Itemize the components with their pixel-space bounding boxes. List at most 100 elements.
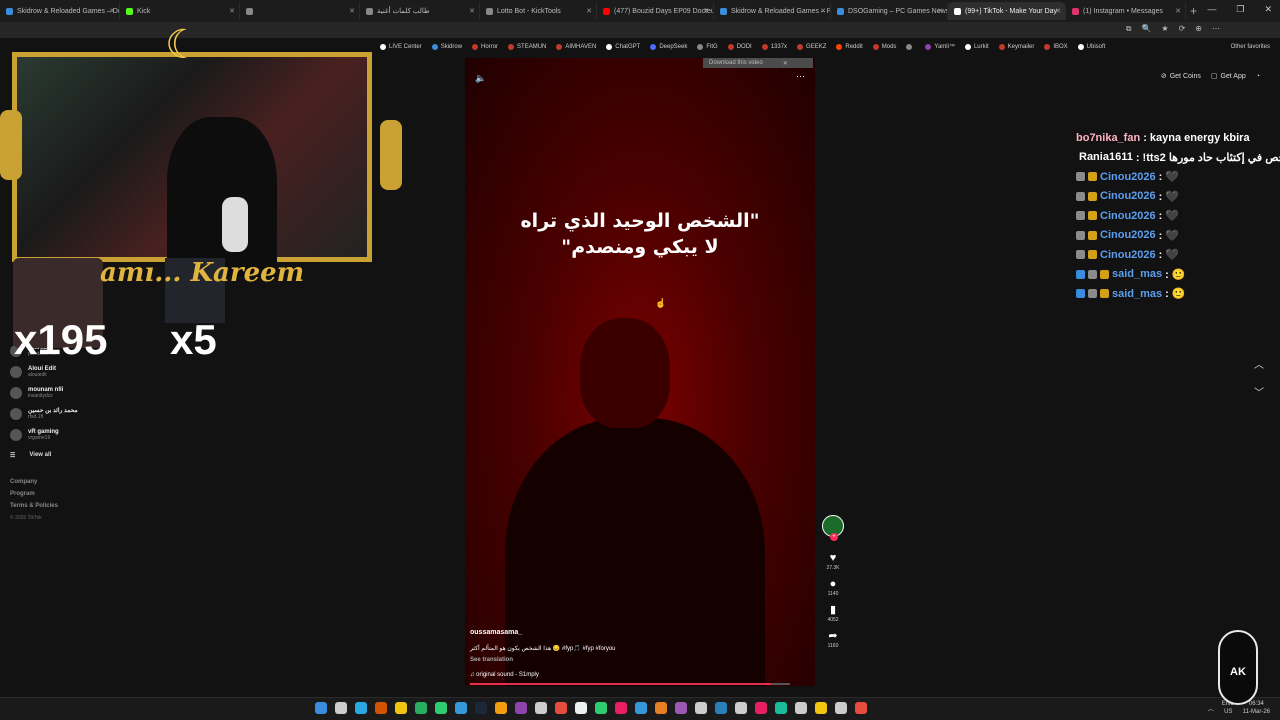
video-author[interactable]: oussamasama_ (470, 629, 522, 636)
taskbar-app-icon[interactable] (555, 702, 567, 714)
tab-close-icon[interactable]: ✕ (229, 7, 235, 15)
bookmark-item[interactable]: DeepSeek (650, 44, 687, 50)
taskbar-app-icon[interactable] (695, 702, 707, 714)
profile-avatar[interactable]: ◔ (1256, 72, 1260, 80)
following-item[interactable]: Aloui Edit alouiedit (10, 361, 130, 382)
browser-tab[interactable]: (477) Bouzid Days EP09 Docteur p ✕ (597, 2, 714, 20)
tab-close-icon[interactable]: ✕ (469, 7, 475, 15)
creator-avatar[interactable]: + (822, 515, 844, 541)
taskbar-app-icon[interactable] (535, 702, 547, 714)
bookmark-item[interactable]: Ubisoft (1077, 44, 1105, 50)
taskbar-app-icon[interactable] (735, 702, 747, 714)
view-all-button[interactable]: ☰ View all (10, 445, 130, 465)
tab-close-icon[interactable]: ✕ (1175, 7, 1181, 15)
tab-close-icon[interactable]: ✕ (937, 7, 943, 15)
taskbar-app-icon[interactable] (615, 702, 627, 714)
taskbar-app-icon[interactable] (515, 702, 527, 714)
bookmark-item[interactable]: GEEKZ (797, 44, 826, 50)
taskbar-app-icon[interactable] (755, 702, 767, 714)
bookmark-item[interactable]: Mods (872, 44, 896, 50)
minimize-button[interactable]: — (1207, 4, 1216, 15)
footer-company-link[interactable]: Company (10, 479, 130, 491)
taskbar-app-icon[interactable] (455, 702, 467, 714)
browser-tab[interactable]: Lotto Bot - KickTools ✕ (480, 2, 597, 20)
footer-terms-link[interactable]: Terms & Policies (10, 503, 130, 515)
footer-program-link[interactable]: Program (10, 491, 130, 503)
maximize-button[interactable]: ❐ (1236, 4, 1244, 15)
taskbar-app-icon[interactable] (655, 702, 667, 714)
next-video-chevron-down-icon[interactable]: ﹀ (1254, 380, 1264, 408)
taskbar-app-icon[interactable] (715, 702, 727, 714)
more-icon[interactable]: ⋯ (1212, 24, 1220, 34)
bookmark-item[interactable]: ChatGPT (606, 44, 640, 50)
tab-close-icon[interactable]: ✕ (349, 7, 355, 15)
bookmark-item[interactable]: AIMHAVEN (556, 44, 596, 50)
bookmark-item[interactable]: Reddit (836, 44, 863, 50)
taskbar-app-icon[interactable] (835, 702, 847, 714)
split-view-icon[interactable]: ⧉ (1126, 24, 1132, 34)
taskbar-app-icon[interactable] (855, 702, 867, 714)
new-tab-button[interactable]: + (1190, 4, 1197, 18)
browser-tab[interactable]: Kick ✕ (120, 2, 240, 20)
see-translation-link[interactable]: See translation (470, 657, 513, 663)
tab-close-icon[interactable]: ✕ (1055, 7, 1061, 15)
taskbar-app-icon[interactable] (795, 702, 807, 714)
taskbar-app-icon[interactable] (435, 702, 447, 714)
chevron-up-icon[interactable]: ︿ (1208, 704, 1214, 713)
browser-tab[interactable]: Skidrow & Reloaded Games – Pa ✕ (714, 2, 831, 20)
bookmark-item[interactable]: Horror (472, 44, 498, 50)
favorite-star-icon[interactable]: ★ (1161, 24, 1168, 34)
taskbar-app-icon[interactable] (595, 702, 607, 714)
tab-close-icon[interactable]: ✕ (586, 7, 592, 15)
taskbar-app-icon[interactable] (355, 702, 367, 714)
taskbar-app-icon[interactable] (315, 702, 327, 714)
bookmark-item[interactable]: FitG (697, 44, 718, 50)
close-icon[interactable]: ✕ (783, 60, 788, 67)
bookmark-item[interactable]: Lurkit (964, 44, 989, 50)
bookmark-item[interactable] (906, 44, 915, 50)
taskbar-app-icon[interactable] (815, 702, 827, 714)
taskbar-app-icon[interactable] (775, 702, 787, 714)
extensions-icon[interactable]: ⊕ (1195, 24, 1202, 34)
like-button[interactable]: ♥ 27.3K (826, 551, 839, 571)
browser-tab[interactable]: Skidrow & Reloaded Games – Do ✕ (0, 2, 120, 20)
taskbar-app-icon[interactable] (495, 702, 507, 714)
previous-video-chevron-up-icon[interactable]: ︿ (1254, 352, 1264, 380)
volume-icon[interactable]: 🔈 (475, 73, 486, 84)
share-button[interactable]: ➦ 1160 (828, 629, 839, 649)
taskbar-app-icon[interactable] (335, 702, 347, 714)
taskbar-app-icon[interactable] (575, 702, 587, 714)
bookmark-item[interactable]: Yamli™ (925, 44, 955, 50)
follow-plus-icon[interactable]: + (830, 533, 838, 541)
get-app-button[interactable]: ▢ Get App (1211, 72, 1246, 81)
other-favorites[interactable]: Other favorites (1231, 44, 1270, 50)
download-badge[interactable]: Download this video ✕ (703, 58, 813, 68)
browser-tab[interactable]: (99+) TikTok - Make Your Day ✕ (948, 2, 1066, 20)
save-button[interactable]: ▮ 4052 (827, 603, 838, 623)
bookmark-item[interactable]: STEAMUN (508, 44, 546, 50)
get-coins-button[interactable]: ⊘ Get Coins (1161, 72, 1201, 81)
bookmark-item[interactable]: DODI (727, 44, 752, 50)
bookmark-item[interactable]: LIVE Center (380, 44, 422, 50)
taskbar-app-icon[interactable] (395, 702, 407, 714)
browser-tab[interactable]: (1) Instagram • Messages ✕ (1066, 2, 1186, 20)
taskbar-app-icon[interactable] (415, 702, 427, 714)
tab-close-icon[interactable]: ✕ (703, 7, 709, 15)
tab-close-icon[interactable]: ✕ (109, 7, 115, 15)
bookmark-item[interactable]: Skidrow (431, 44, 462, 50)
tab-close-icon[interactable]: ✕ (820, 7, 826, 15)
taskbar-app-icon[interactable] (375, 702, 387, 714)
zoom-icon[interactable]: 🔍 (1141, 24, 1151, 34)
video-progress-bar[interactable] (470, 683, 790, 685)
taskbar-app-icon[interactable] (475, 702, 487, 714)
video-player[interactable]: "الشخص الوحيد الذي تراه لا يبكي ومنصدم" … (465, 58, 815, 686)
refresh-icon[interactable]: ⟳ (1179, 24, 1186, 34)
sound-link[interactable]: ♫ original sound - S1mply (470, 672, 539, 678)
following-item[interactable]: محمد رائد بن حسين rfsd.1fl (10, 403, 130, 424)
browser-tab[interactable]: ✕ (240, 2, 360, 20)
bookmark-item[interactable]: Keymailer (998, 44, 1034, 50)
more-options-icon[interactable]: ⋯ (796, 71, 805, 82)
browser-tab[interactable]: DSOGaming – PC Games News, S ✕ (831, 2, 948, 20)
following-item[interactable]: mounam nlli insanitydzz (10, 382, 130, 403)
bookmark-item[interactable]: IBOX (1044, 44, 1068, 50)
